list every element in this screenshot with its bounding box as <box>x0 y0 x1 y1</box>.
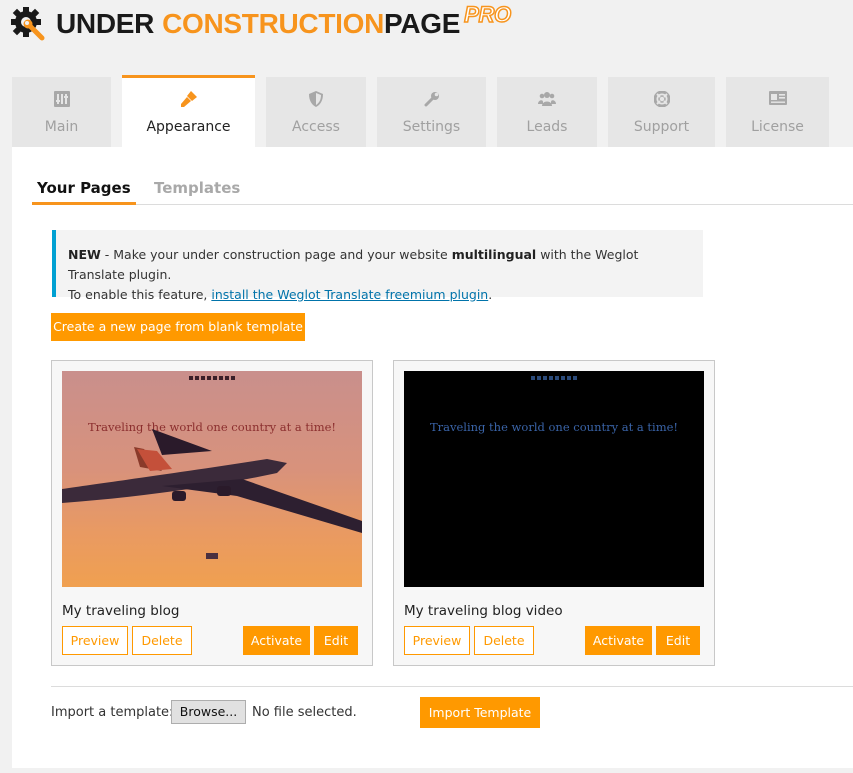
tab-access[interactable]: Access <box>266 77 366 147</box>
tab-leads-label: Leads <box>526 119 568 135</box>
brand-word-under: UNDER <box>56 8 155 39</box>
brand-wordmark: UNDER CONSTRUCTION PAGE PRO <box>56 2 512 40</box>
tab-leads[interactable]: Leads <box>497 77 597 147</box>
notice-new-label: NEW <box>68 247 101 262</box>
card-title: My traveling blog <box>62 603 180 619</box>
brand-logo: UNDER CONSTRUCTION PAGE PRO <box>10 2 512 42</box>
activate-button[interactable]: Activate <box>585 626 652 655</box>
weglot-install-link[interactable]: install the Weglot Translate freemium pl… <box>211 287 488 302</box>
tab-support[interactable]: Support <box>608 77 715 147</box>
activate-button[interactable]: Activate <box>243 626 310 655</box>
preview-button[interactable]: Preview <box>62 626 128 655</box>
import-template-button[interactable]: Import Template <box>420 697 540 728</box>
edit-button[interactable]: Edit <box>656 626 700 655</box>
browse-file-button[interactable]: Browse... <box>171 700 246 724</box>
users-icon <box>497 91 597 107</box>
divider <box>51 686 853 687</box>
create-blank-page-button[interactable]: Create a new page from blank template <box>51 313 305 341</box>
subtab-templates[interactable]: Templates <box>149 176 245 205</box>
notice-text-3: To enable this feature, <box>68 287 212 302</box>
pro-badge: PRO <box>463 2 512 28</box>
tab-appearance-label: Appearance <box>146 119 231 135</box>
appearance-panel: Your Pages Templates NEW - Make your und… <box>12 147 853 768</box>
notice-text-end: . <box>488 287 493 302</box>
tab-support-label: Support <box>633 119 690 135</box>
thumbnail-headline: Traveling the world one country at a tim… <box>430 420 678 434</box>
tab-appearance[interactable]: Appearance <box>122 75 255 147</box>
import-template-label: Import a template: <box>51 705 174 720</box>
tab-license[interactable]: License <box>726 77 829 147</box>
weglot-notice: NEW - Make your under construction page … <box>52 230 703 302</box>
life-ring-icon <box>608 91 715 107</box>
thumbnail-headline: Traveling the world one country at a tim… <box>88 420 336 434</box>
tab-license-label: License <box>751 119 804 135</box>
page-card: Traveling the world one country at a tim… <box>393 360 715 666</box>
notice-text-1: - Make your under construction page and … <box>100 247 452 262</box>
edit-button[interactable]: Edit <box>314 626 358 655</box>
file-status-text: No file selected. <box>252 705 357 720</box>
tab-access-label: Access <box>292 119 340 135</box>
page-thumbnail[interactable]: Traveling the world one country at a tim… <box>62 371 362 587</box>
sliders-icon <box>12 91 111 107</box>
notice-bold-text: multilingual <box>451 247 537 262</box>
brand-word-page: PAGE <box>384 8 461 39</box>
tab-settings[interactable]: Settings <box>377 77 486 147</box>
delete-button[interactable]: Delete <box>132 626 192 655</box>
paint-brush-icon <box>122 90 255 107</box>
preview-button[interactable]: Preview <box>404 626 470 655</box>
page-card: Traveling the world one country at a tim… <box>51 360 373 666</box>
tab-main[interactable]: Main <box>12 77 111 147</box>
subtab-bar: Your Pages Templates <box>32 176 853 205</box>
shield-icon <box>266 91 366 107</box>
tab-main-label: Main <box>44 119 79 135</box>
tab-settings-label: Settings <box>402 119 461 135</box>
id-card-icon <box>726 91 829 107</box>
subtab-your-pages[interactable]: Your Pages <box>32 176 136 205</box>
brand-word-construction: CONSTRUCTION <box>162 8 385 39</box>
gear-wrench-icon <box>11 7 45 41</box>
page-thumbnail[interactable]: Traveling the world one country at a tim… <box>404 371 704 587</box>
card-title: My traveling blog video <box>404 603 563 619</box>
delete-button[interactable]: Delete <box>474 626 534 655</box>
wrench-icon <box>377 91 486 107</box>
